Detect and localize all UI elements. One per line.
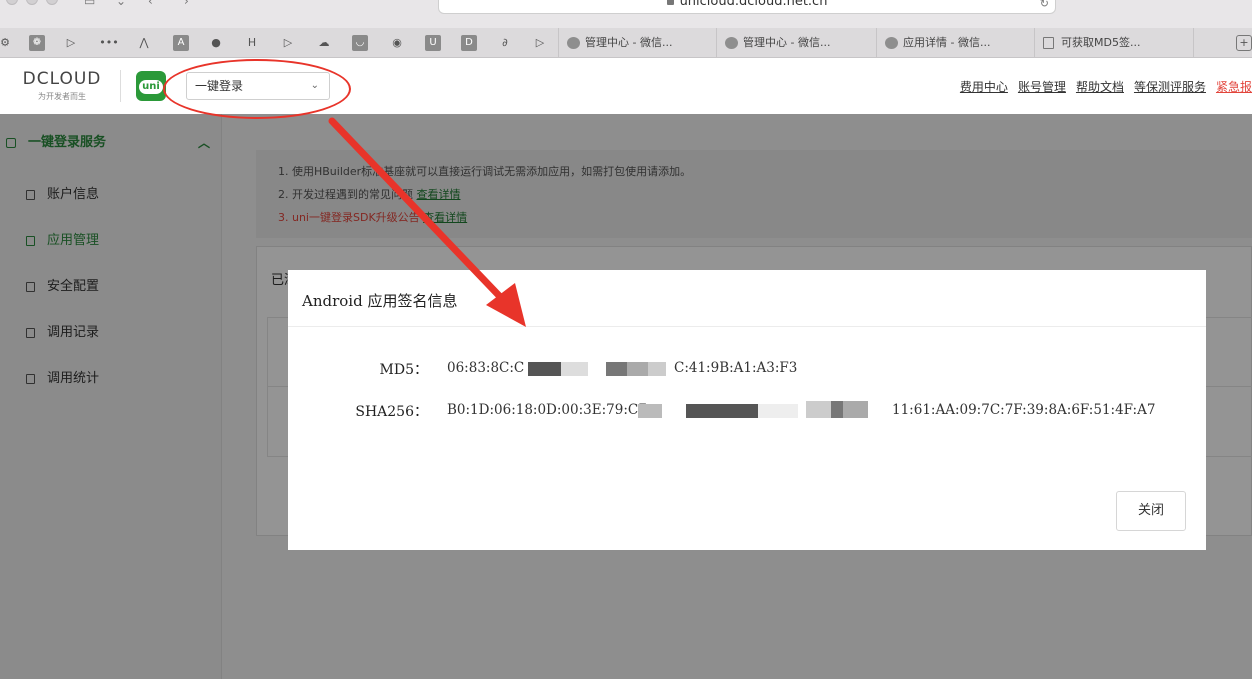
bookmark-icon[interactable]: ⚙: [0, 32, 16, 54]
logo-text: DCLOUD: [22, 69, 102, 89]
zoom-window-icon[interactable]: [46, 0, 58, 5]
logo-tagline: 为开发者而生: [38, 92, 86, 101]
reload-icon[interactable]: ↻: [1040, 0, 1049, 13]
sha256-value-end: 11:61:AA:09:7C:7F:39:8A:6F:51:4F:A7: [892, 402, 1156, 418]
browser-toolbar-gap: [0, 14, 1252, 28]
dialog-divider: [288, 326, 1206, 327]
bookmark-icon[interactable]: ∂: [494, 32, 516, 54]
back-icon[interactable]: ‹: [148, 0, 153, 8]
link-urgent[interactable]: 紧急报: [1216, 80, 1252, 94]
new-tab-icon[interactable]: +: [1236, 35, 1252, 51]
uni-logo-text: uni: [139, 80, 163, 94]
minimize-window-icon[interactable]: [26, 0, 38, 5]
chat-icon: [725, 37, 738, 49]
browser-tab[interactable]: 应用详情 - 微信...: [876, 28, 1034, 58]
redacted-block: [806, 401, 868, 418]
annotation-ellipse: [163, 59, 351, 119]
chevron-down-icon[interactable]: ⌄: [116, 0, 126, 8]
close-window-icon[interactable]: [6, 0, 18, 5]
tab-title: 可获取MD5签...: [1061, 36, 1141, 49]
header-divider: [120, 70, 121, 102]
bookmark-icon[interactable]: ▷: [529, 32, 551, 54]
tab-title: 管理中心 - 微信...: [585, 36, 673, 49]
browser-tab[interactable]: 可获取MD5签...: [1034, 28, 1194, 58]
tab-title: 应用详情 - 微信...: [903, 36, 991, 49]
bookmark-icon[interactable]: ◡: [352, 35, 368, 51]
md5-value-start: 06:83:8C:C: [447, 360, 525, 376]
bookmark-icon[interactable]: D: [461, 35, 477, 51]
bookmark-icon[interactable]: ⋀: [133, 32, 155, 54]
redacted-block: [528, 362, 588, 376]
apple-icon[interactable]: ●: [205, 32, 227, 54]
sha256-label: SHA256：: [355, 404, 428, 420]
cloud-icon[interactable]: ☁: [313, 32, 335, 54]
chat-icon: [885, 37, 898, 49]
bookmark-icon[interactable]: U: [425, 35, 441, 51]
md5-value-end: C:41:9B:A1:A3:F3: [674, 360, 798, 376]
bookmark-icon[interactable]: ▷: [277, 32, 299, 54]
dialog-title: Android 应用签名信息: [302, 292, 458, 310]
lock-icon: [666, 0, 674, 5]
sha256-value-start: B0:1D:06:18:0D:00:3E:79:C7: [447, 402, 647, 418]
md5-label: MD5：: [379, 362, 428, 378]
bookmark-icon[interactable]: ❁: [29, 35, 45, 51]
bookmark-icon[interactable]: •••: [96, 32, 122, 54]
bookmark-icon[interactable]: A: [173, 35, 189, 51]
forward-icon[interactable]: ›: [184, 0, 189, 8]
signature-info-dialog: Android 应用签名信息 MD5： 06:83:8C:C C:41:9B:A…: [288, 270, 1206, 550]
bookmark-icon[interactable]: H: [241, 32, 263, 54]
close-button[interactable]: 关闭: [1116, 491, 1186, 531]
header-links: 费用中心 账号管理 帮助文档 等保测评服务 紧急报: [950, 78, 1252, 95]
redacted-block: [638, 404, 798, 418]
link-account[interactable]: 账号管理: [1018, 80, 1066, 94]
document-icon: [1043, 37, 1054, 49]
link-security-assessment[interactable]: 等保测评服务: [1134, 80, 1206, 94]
bookmarks-bar: ⚙ ❁ ▷ ••• ⋀ A ● H ▷ ☁ ◡ ◉ U D ∂ ▷ 管理中心 -…: [0, 28, 1252, 58]
url-bar[interactable]: unicloud.dcloud.net.cn ↻: [438, 0, 1056, 14]
redacted-block: [606, 362, 666, 376]
link-docs[interactable]: 帮助文档: [1076, 80, 1124, 94]
browser-tab[interactable]: 管理中心 - 微信...: [558, 28, 716, 58]
uni-logo: uni: [136, 71, 166, 101]
dcloud-logo[interactable]: DCLOUD 为开发者而生: [16, 70, 108, 104]
chat-icon: [567, 37, 580, 49]
chat-icon[interactable]: ◉: [386, 32, 408, 54]
browser-tab[interactable]: 管理中心 - 微信...: [716, 28, 876, 58]
browser-toolbar: ▭ ⌄ ‹ › unicloud.dcloud.net.cn ↻: [0, 0, 1252, 14]
tab-title: 管理中心 - 微信...: [743, 36, 831, 49]
link-billing[interactable]: 费用中心: [960, 80, 1008, 94]
url-text: unicloud.dcloud.net.cn: [679, 0, 828, 9]
bookmark-icon[interactable]: ▷: [60, 32, 82, 54]
sidebar-toggle-icon[interactable]: ▭: [84, 0, 95, 8]
